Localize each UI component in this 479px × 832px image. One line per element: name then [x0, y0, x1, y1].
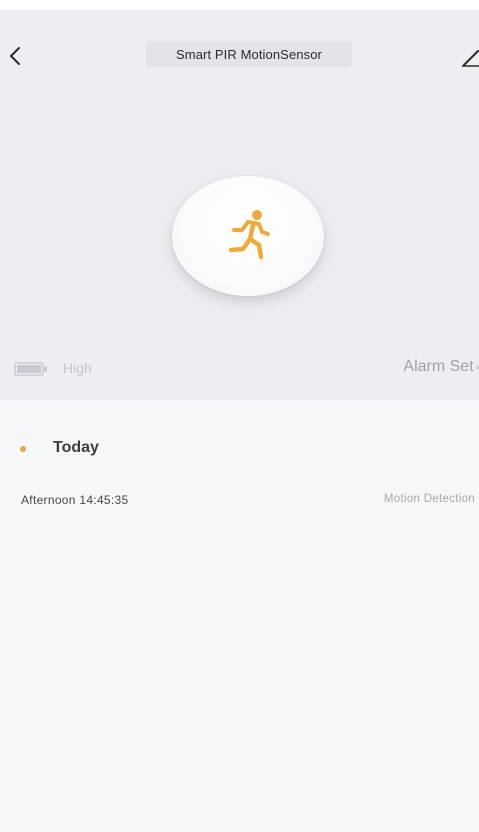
log-entry-time: Afternoon 14:45:35 — [21, 493, 129, 507]
battery-icon — [14, 362, 47, 376]
chevron-right-icon: › — [475, 361, 479, 373]
chevron-left-icon — [10, 47, 20, 65]
top-strip — [0, 0, 479, 10]
alarm-set-button[interactable]: Alarm Set › — [403, 358, 479, 376]
pencil-icon — [462, 50, 479, 67]
battery-level-label: High — [63, 360, 92, 376]
edit-button[interactable] — [460, 44, 479, 68]
page-title: Smart PIR MotionSensor — [146, 41, 352, 67]
log-entry-event: Motion Detection — [383, 493, 475, 505]
event-log-panel — [0, 400, 479, 832]
running-person-icon — [228, 210, 270, 260]
back-button[interactable] — [4, 42, 26, 70]
log-entry-row[interactable]: Afternoon 14:45:35 Motion Detection — [0, 486, 479, 514]
date-dot-icon — [20, 446, 26, 452]
log-date-heading: Today — [53, 439, 99, 456]
alarm-set-label: Alarm Set — [403, 358, 474, 375]
